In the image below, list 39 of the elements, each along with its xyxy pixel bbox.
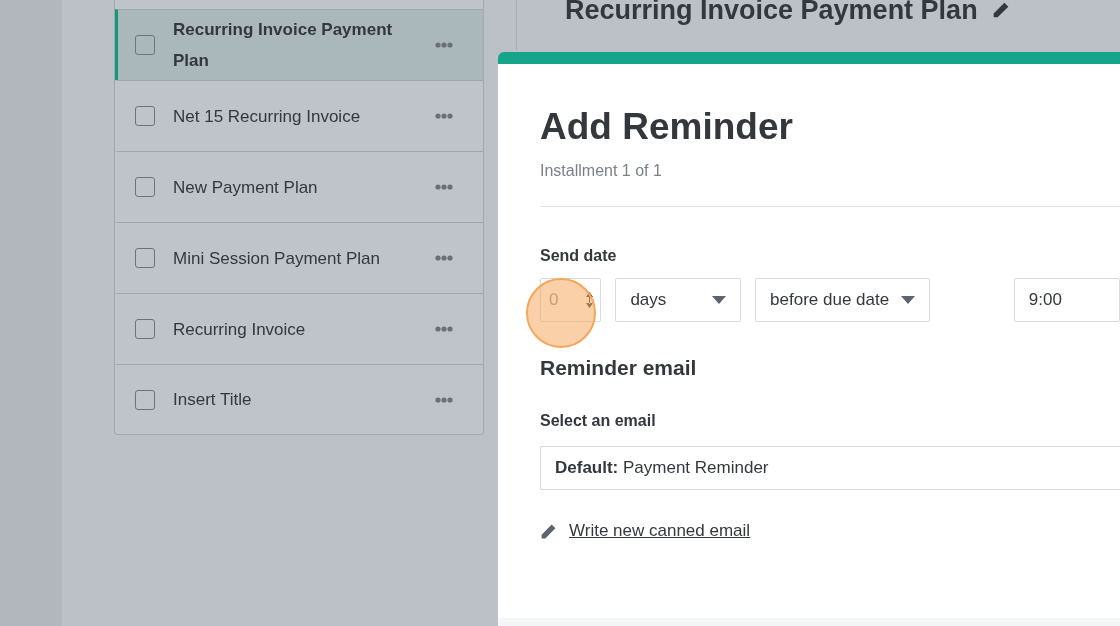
- plan-name: Mini Session Payment Plan: [173, 247, 381, 270]
- plan-name: Recurring Invoice: [173, 318, 307, 341]
- plan-name: Net 15 Recurring Invoice: [173, 105, 362, 128]
- plan-row[interactable]: Mini Session Payment Plan: [115, 222, 483, 293]
- checkbox[interactable]: [135, 106, 155, 126]
- modal-subtitle: Installment 1 of 1: [540, 162, 663, 180]
- more-icon[interactable]: [435, 184, 453, 190]
- plan-name: New Payment Plan: [173, 176, 319, 199]
- spinner-icon[interactable]: [585, 291, 595, 309]
- plan-name: Recurring Invoice Payment Plan: [173, 19, 394, 72]
- checkbox[interactable]: [135, 35, 155, 55]
- modal-title: Add Reminder: [540, 105, 794, 149]
- field-label: Send date: [540, 247, 618, 265]
- more-icon[interactable]: [435, 396, 453, 403]
- write-email-link[interactable]: Write new canned email: [569, 521, 751, 541]
- more-icon[interactable]: [435, 113, 453, 119]
- pencil-icon[interactable]: [991, 1, 1010, 19]
- plan-name: Insert Title: [173, 389, 253, 411]
- plan-row[interactable]: Insert Title: [115, 364, 483, 434]
- relation-dropdown[interactable]: before due date: [755, 278, 930, 322]
- email-dropdown[interactable]: Default: Payment Reminder: [540, 446, 1120, 490]
- more-icon[interactable]: [435, 255, 453, 261]
- plan-row[interactable]: New Payment Plan: [115, 151, 483, 222]
- more-icon[interactable]: [435, 42, 453, 48]
- section-heading: Reminder email: [540, 356, 698, 380]
- checkbox[interactable]: [135, 177, 155, 197]
- plan-row[interactable]: Net 15 Recurring Invoice: [115, 80, 483, 151]
- caret-icon: [712, 296, 727, 304]
- time-field[interactable]: 9:00: [1013, 278, 1120, 322]
- pencil-icon: [540, 522, 557, 540]
- checkbox[interactable]: [135, 248, 155, 268]
- more-icon[interactable]: [435, 326, 453, 332]
- caret-icon: [900, 296, 915, 304]
- plan-row[interactable]: Recurring Invoice: [115, 293, 483, 364]
- checkbox[interactable]: [135, 389, 155, 410]
- plan-row[interactable]: Recurring Invoice Payment Plan: [115, 9, 483, 80]
- unit-dropdown[interactable]: days: [615, 278, 742, 322]
- field-label: Select an email: [540, 412, 657, 430]
- checkbox[interactable]: [135, 319, 155, 339]
